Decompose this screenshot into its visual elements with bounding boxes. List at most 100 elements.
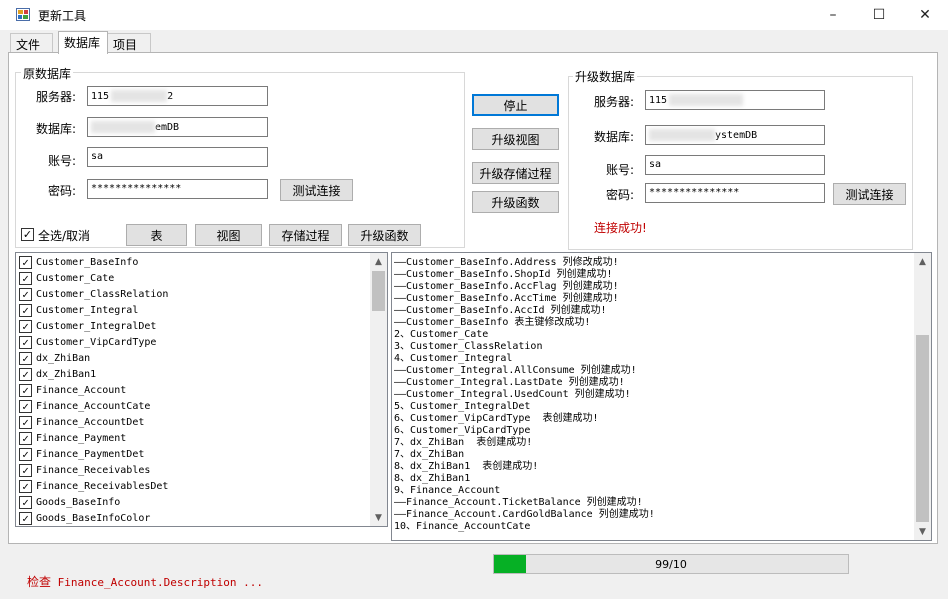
tab-file[interactable]: 文件 [10,33,53,53]
table-checkbox[interactable]: ✓ [19,255,32,269]
table-list-item[interactable]: ✓ Customer_Integral [16,302,371,318]
scroll-thumb[interactable] [916,335,929,522]
table-checklist[interactable]: ✓ Customer_BaseInfo ✓ Customer_Cate ✓ Custome… [15,252,388,527]
window-title: 更新工具 [38,9,87,23]
log-line: 5、Customer_IntegralDet [394,401,531,412]
target-password-input[interactable]: *************** [645,183,825,203]
table-list-item[interactable]: ✓ Finance_AccountDet [16,414,371,430]
table-list-item[interactable]: ✓ Goods_BaseInfoColor [16,510,371,526]
table-checkbox[interactable]: ✓ [19,351,32,365]
source-password-input[interactable]: *************** [87,179,268,199]
target-account-input[interactable]: sa [645,155,825,175]
minimize-button[interactable]: – [810,0,856,30]
table-list-item[interactable]: ✓ Finance_Account [16,382,371,398]
table-list-item[interactable]: ✓ Customer_VipCardType [16,334,371,350]
upgrade-func-button[interactable]: 升级函数 [472,191,559,213]
table-list-item[interactable]: ✓ Customer_BaseInfo [16,254,371,270]
close-button[interactable]: ✕ [902,0,948,30]
table-name: dx_ZhiBan1 [36,368,97,380]
check-icon: ✓ [22,447,29,461]
table-list-item[interactable]: ✓ Finance_Payment [16,430,371,446]
table-checkbox[interactable]: ✓ [19,463,32,477]
table-checkbox[interactable]: ✓ [19,479,32,493]
source-database-input[interactable]: emDB [87,117,268,137]
log-scrollbar[interactable]: ▲ ▼ [914,253,931,540]
table-checkbox[interactable]: ✓ [19,383,32,397]
source-account-input[interactable]: sa [87,147,268,167]
table-list-item[interactable]: ✓ Finance_AccountCate [16,398,371,414]
log-line: ——Customer_BaseInfo.Address 列修改成功! [394,257,619,268]
table-list-item[interactable]: ✓ Customer_Cate [16,270,371,286]
table-list-item[interactable]: ✓ Goods_BaseInfo [16,494,371,510]
check-icon: ✓ [22,495,29,509]
scroll-down-icon[interactable]: ▼ [914,523,931,540]
redacted-blur [649,129,715,141]
target-test-connection-button[interactable]: 测试连接 [833,183,906,205]
target-server-input[interactable]: 115 [645,90,825,110]
filter-proc-button[interactable]: 存储过程 [269,224,342,246]
target-database-input[interactable]: ystemDB [645,125,825,145]
table-name: Finance_Account [36,384,127,396]
table-list-item[interactable]: ✓ dx_ZhiBan1 [16,366,371,382]
maximize-button[interactable]: ☐ [856,0,902,30]
table-name: Goods_BaseInfo [36,496,121,508]
upgrade-view-button[interactable]: 升级视图 [472,128,559,150]
status-detail: Finance_Account.Description ... [57,576,263,589]
log-line: ——Customer_BaseInfo.AccFlag 列创建成功! [394,281,619,292]
scroll-up-icon[interactable]: ▲ [914,253,931,270]
select-all-checkbox[interactable]: ✓ [21,228,34,241]
progress-label: 99/10 [655,557,687,571]
table-list-item[interactable]: ✓ Finance_Receivables [16,462,371,478]
table-name: Customer_Cate [36,272,115,284]
table-list-scrollbar[interactable]: ▲ ▼ [370,253,387,526]
check-icon: ✓ [22,511,29,525]
log-line: ——Customer_Integral.UsedCount 列创建成功! [394,389,631,400]
scroll-down-icon[interactable]: ▼ [370,509,387,526]
filter-view-button[interactable]: 视图 [195,224,262,246]
upgrade-proc-button[interactable]: 升级存储过程 [472,162,559,184]
table-list-item[interactable]: ✓ Customer_ClassRelation [16,286,371,302]
table-checkbox[interactable]: ✓ [19,303,32,317]
table-list-item[interactable]: ✓ Finance_PaymentDet [16,446,371,462]
table-checkbox[interactable]: ✓ [19,271,32,285]
source-server-input[interactable]: 115 2 [87,86,268,106]
target-database-label: 数据库: [594,130,635,144]
check-icon: ✓ [22,479,29,493]
select-all-label: 全选/取消 [38,229,91,243]
table-checkbox[interactable]: ✓ [19,287,32,301]
scroll-up-icon[interactable]: ▲ [370,253,387,270]
redacted-blur [669,94,744,106]
check-icon: ✓ [22,415,29,429]
progress-bar: 99/10 [493,554,849,574]
table-list-item[interactable]: ✓ Customer_IntegralDet [16,318,371,334]
table-checkbox[interactable]: ✓ [19,415,32,429]
maximize-icon: ☐ [872,7,886,23]
log-output[interactable]: ——Customer_BaseInfo.Address 列修改成功! ——Cust… [391,252,932,541]
table-checkbox[interactable]: ✓ [19,447,32,461]
table-list-item[interactable]: ✓ Finance_ReceivablesDet [16,478,371,494]
table-checkbox[interactable]: ✓ [19,335,32,349]
tab-project[interactable]: 项目 [107,33,151,53]
log-line: ——Customer_BaseInfo.AccId 列创建成功! [394,305,607,316]
log-line: 4、Customer_Integral [394,353,513,364]
table-checkbox[interactable]: ✓ [19,431,32,445]
log-line: ——Customer_Integral.LastDate 列创建成功! [394,377,625,388]
log-line: 6、Customer_VipCardType [394,425,531,436]
source-test-connection-button[interactable]: 测试连接 [280,179,353,201]
table-checkbox[interactable]: ✓ [19,367,32,381]
filter-table-button[interactable]: 表 [126,224,187,246]
log-line: 3、Customer_ClassRelation [394,341,543,352]
table-list-items: ✓ Customer_BaseInfo ✓ Customer_Cate ✓ Custome… [16,254,371,526]
table-checkbox[interactable]: ✓ [19,495,32,509]
table-checkbox[interactable]: ✓ [19,511,32,525]
tab-database[interactable]: 数据库 [58,31,108,54]
filter-func-button[interactable]: 升级函数 [348,224,421,246]
table-name: Finance_AccountCate [36,400,151,412]
table-name: Finance_AccountDet [36,416,145,428]
table-checkbox[interactable]: ✓ [19,399,32,413]
table-checkbox[interactable]: ✓ [19,319,32,333]
table-name: Goods_BaseInfoColor [36,512,151,524]
scroll-thumb[interactable] [372,271,385,311]
table-list-item[interactable]: ✓ dx_ZhiBan [16,350,371,366]
stop-button[interactable]: 停止 [472,94,559,116]
